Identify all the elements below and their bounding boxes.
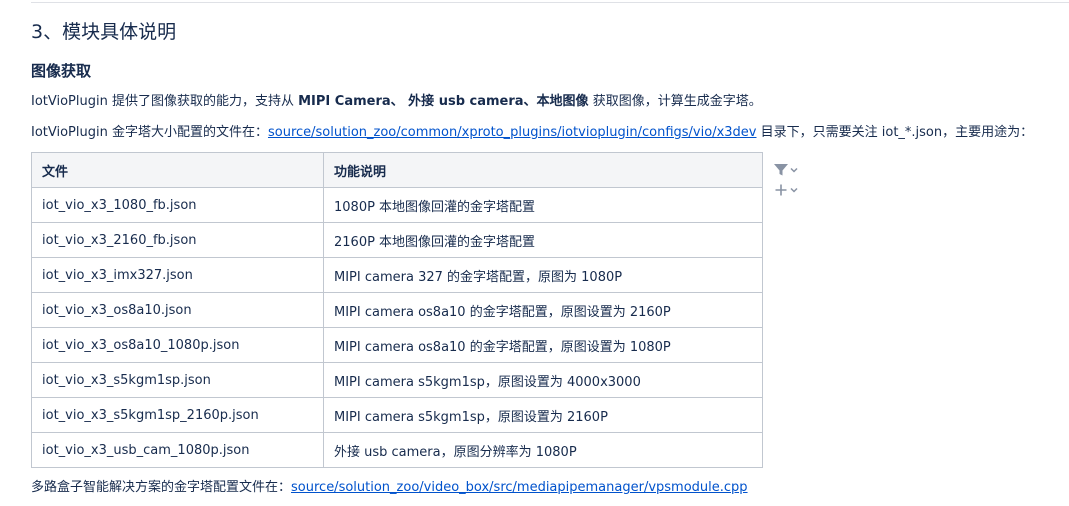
box-config-prefix: 多路盒子智能解决方案的金字塔配置文件在： (31, 480, 292, 495)
config-dir-link[interactable]: source/solution_zoo/common/xproto_plugin… (268, 125, 757, 140)
description-cell: MIPI camera 327 的金字塔配置，原图为 1080P (323, 257, 763, 293)
description-cell: 1080P 本地图像回灌的金字塔配置 (323, 187, 763, 223)
file-cell: iot_vio_x3_s5kgm1sp.json (31, 362, 324, 398)
description-cell: 2160P 本地图像回灌的金字塔配置 (323, 222, 763, 258)
table-row: iot_vio_x3_os8a10.json MIPI camera os8a1… (31, 292, 763, 328)
intro-paragraph: IotVioPlugin 提供了图像获取的能力，支持从 MIPI Camera、… (31, 92, 762, 112)
config-path-paragraph: IotVioPlugin 金字塔大小配置的文件在：source/solution… (31, 123, 1033, 143)
file-cell: iot_vio_x3_os8a10_1080p.json (31, 327, 324, 363)
file-cell: iot_vio_x3_2160_fb.json (31, 222, 324, 258)
table-row: iot_vio_x3_os8a10_1080p.json MIPI camera… (31, 327, 763, 363)
table-row: iot_vio_x3_s5kgm1sp_2160p.json MIPI came… (31, 397, 763, 433)
image-acquisition-heading: 图像获取 (31, 62, 92, 80)
plus-icon (773, 182, 789, 198)
table-row: iot_vio_x3_imx327.json MIPI camera 327 的… (31, 257, 763, 293)
config-path-suffix: 目录下，只需要关注 iot_*.json，主要用途为： (756, 125, 1034, 140)
description-cell: MIPI camera s5kgm1sp，原图设置为 4000x3000 (323, 362, 763, 398)
intro-sources: MIPI Camera、 外接 usb camera、本地图像 (298, 94, 589, 109)
intro-suffix: 获取图像，计算生成金字塔。 (588, 94, 762, 109)
description-cell: MIPI camera os8a10 的金字塔配置，原图设置为 2160P (323, 292, 763, 328)
chevron-down-icon (789, 185, 799, 195)
file-cell: iot_vio_x3_s5kgm1sp_2160p.json (31, 397, 324, 433)
table-row: iot_vio_x3_1080_fb.json 1080P 本地图像回灌的金字塔… (31, 187, 763, 223)
box-config-paragraph: 多路盒子智能解决方案的金字塔配置文件在：source/solution_zoo/… (31, 478, 748, 498)
file-cell: iot_vio_x3_os8a10.json (31, 292, 324, 328)
vpsmodule-link[interactable]: source/solution_zoo/video_box/src/mediap… (291, 480, 748, 495)
table-row: iot_vio_x3_2160_fb.json 2160P 本地图像回灌的金字塔… (31, 222, 763, 258)
file-cell: iot_vio_x3_usb_cam_1080p.json (31, 432, 324, 468)
description-cell: 外接 usb camera，原图分辨率为 1080P (323, 432, 763, 468)
description-cell: MIPI camera s5kgm1sp，原图设置为 2160P (323, 397, 763, 433)
chevron-down-icon (789, 165, 799, 175)
description-cell: MIPI camera os8a10 的金字塔配置，原图设置为 1080P (323, 327, 763, 363)
filter-icon (773, 162, 789, 178)
file-cell: iot_vio_x3_imx327.json (31, 257, 324, 293)
add-menu-button[interactable] (773, 180, 807, 200)
top-divider (31, 2, 1069, 3)
table-row: iot_vio_x3_s5kgm1sp.json MIPI camera s5k… (31, 362, 763, 398)
header-description: 功能说明 (323, 152, 763, 188)
table-header-row: 文件 功能说明 (31, 152, 763, 188)
filter-menu-button[interactable] (773, 160, 807, 180)
table-tools (773, 160, 807, 200)
section-title: 3、模块具体说明 (31, 21, 177, 43)
config-table: 文件 功能说明 iot_vio_x3_1080_fb.json 1080P 本地… (31, 152, 763, 468)
config-path-prefix: IotVioPlugin 金字塔大小配置的文件在： (31, 125, 268, 140)
header-file: 文件 (31, 152, 324, 188)
table-row: iot_vio_x3_usb_cam_1080p.json 外接 usb cam… (31, 432, 763, 468)
intro-prefix: IotVioPlugin 提供了图像获取的能力，支持从 (31, 94, 299, 109)
file-cell: iot_vio_x3_1080_fb.json (31, 187, 324, 223)
